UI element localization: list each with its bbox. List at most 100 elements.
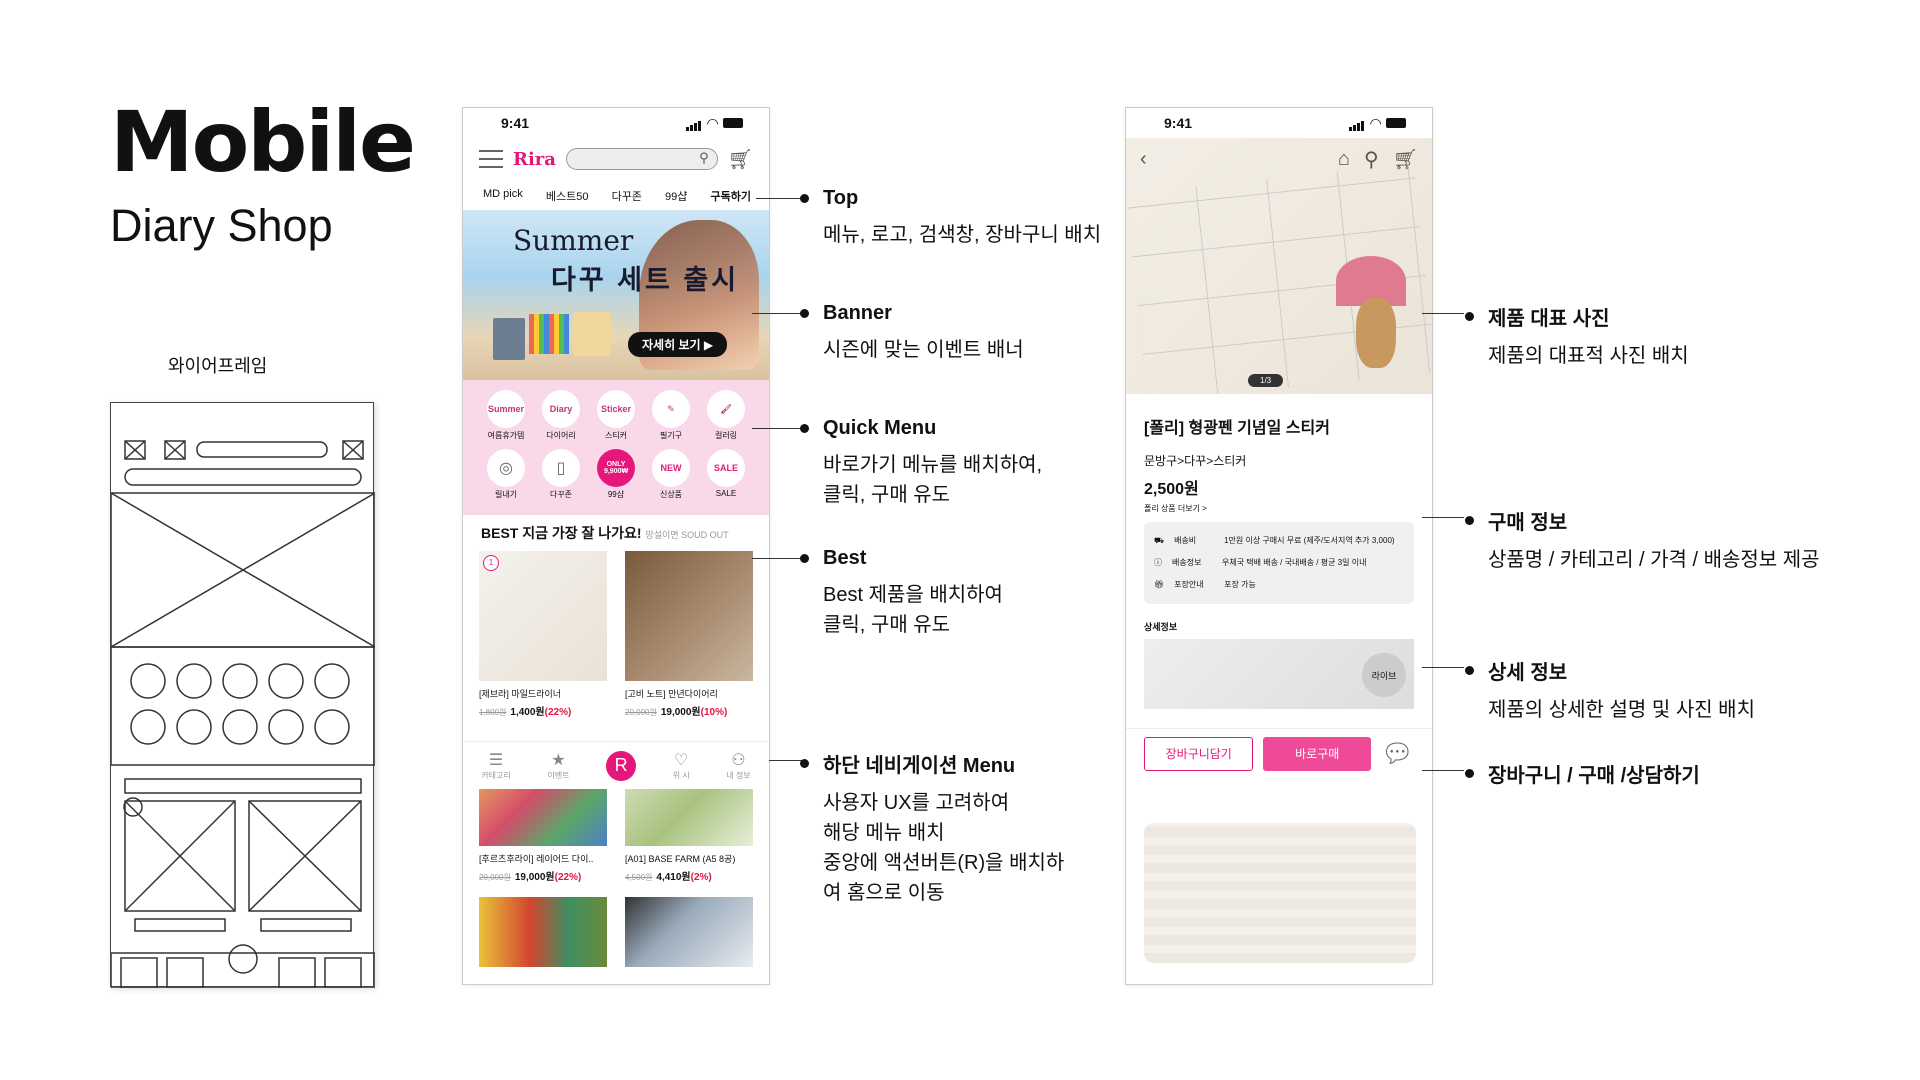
nav-item[interactable]: 99샵 (665, 188, 687, 210)
product-card[interactable]: 1 [제브라] 마일드라이너 1,800원 1,400원(22%) (479, 551, 607, 718)
banner-line2: 다꾸 세트 출시 (551, 265, 740, 295)
discount-rate: (10%) (700, 707, 728, 718)
menu-icon[interactable] (479, 150, 503, 168)
page-subtitle: Diary Shop (110, 200, 333, 251)
connector (1422, 770, 1464, 771)
annotation-line: 바로가기 메뉴를 배치하여, (823, 454, 1043, 476)
search-input[interactable]: ⚲ (565, 148, 718, 170)
bottom-nav: ☰ 카테고리 ★ 이벤트 R ♡ 위 시 ⚇ 내 정보 (463, 741, 769, 789)
product-card[interactable] (625, 897, 753, 967)
tab-my[interactable]: ⚇ 내 정보 (726, 750, 750, 781)
banner[interactable]: Summer 다꾸 세트 출시 자세히 보기 ▶ (463, 210, 769, 380)
shipping-value: 포장 가능 (1224, 580, 1256, 589)
quick-item[interactable]: Diary 다이어리 (538, 390, 584, 441)
search-icon[interactable]: ⚲ (699, 150, 709, 166)
status-bar: 9:41 ◠ (1126, 108, 1432, 138)
top-nav: MD pick 베스트50 다꾸존 99샵 구독하기 (463, 180, 769, 210)
product-image: 1 (479, 551, 607, 681)
quick-label: 여름휴가템 (487, 431, 525, 440)
back-icon[interactable]: ‹ (1140, 148, 1147, 171)
home-action-button[interactable]: R (606, 750, 637, 781)
quick-item[interactable]: ONLY 9,900₩ 99샵 (593, 449, 639, 500)
product-name: [후르츠후라이] 레이어드 다이.. (479, 854, 594, 864)
annotation-top: Top 메뉴, 로고, 검색창, 장바구니 배치 (823, 187, 1101, 250)
product-category[interactable]: 문방구>다꾸>스티커 (1126, 438, 1432, 469)
quick-item[interactable]: ◎ 릴내기 (483, 449, 529, 500)
annotation-text: 제품의 대표적 사진 배치 (1488, 345, 1689, 367)
add-to-cart-button[interactable]: 장바구니담기 (1144, 736, 1254, 771)
quick-item[interactable]: ▯ 다꾸존 (538, 449, 584, 500)
more-products-link[interactable]: 폴리 상품 더보기 > (1126, 499, 1432, 514)
annotation-best: Best Best 제품을 배치하여 클릭, 구매 유도 (823, 547, 1003, 640)
best-header: BEST 지금 가장 잘 나가요! 망설이면 SOUD OUT (463, 515, 769, 551)
quick-label: SALE (715, 489, 737, 498)
annotation-text: 제품의 상세한 설명 및 사진 배치 (1488, 699, 1755, 721)
menu-icon: ☰ (488, 752, 504, 769)
annotation-bottom-nav: 하단 네비게이션 Menu 사용자 UX를 고려하여 해당 메뉴 배치 중앙에 액션버… (823, 749, 1064, 908)
status-icons: ◠ (686, 115, 743, 132)
annotation-line: 해당 메뉴 배치 (823, 822, 945, 844)
nav-item[interactable]: 구독하기 (711, 188, 751, 210)
tab-wish[interactable]: ♡ 위 시 (673, 750, 690, 781)
truck-icon: ⛟ (1154, 536, 1165, 545)
quick-icon: ONLY 9,900₩ (597, 449, 635, 487)
product-price: 20,000원 19,000원(10%) (625, 703, 753, 718)
annotation-line: Best 제품을 배치하여 (823, 584, 1003, 606)
pen-icon: ✎ (652, 390, 690, 428)
annotation-title: Top (823, 187, 1101, 210)
shipping-label: 배송정보 (1172, 558, 1202, 567)
phone-detail: 9:41 ◠ ‹ ⌂ ⚲ 🛒︎ 1/3 [폴리] 형광펜 기념일 스티커 문방구… (1125, 107, 1433, 985)
quick-item[interactable]: SALE SALE (703, 449, 749, 500)
nav-item[interactable]: 다꾸존 (612, 188, 642, 210)
home-icon[interactable]: ⌂ (1338, 148, 1350, 171)
best-subtitle: 망설이면 SOUD OUT (645, 530, 729, 540)
phone-home: 9:41 ◠ Rira ⚲ 🛒︎ MD pick 베스트50 다꾸존 99샵 구… (462, 107, 770, 985)
status-time: 9:41 (1164, 115, 1193, 131)
annotation-text: 바로가기 메뉴를 배치하여, 클릭, 구매 유도 (823, 450, 1042, 510)
info-icon: ⓘ (1154, 558, 1162, 567)
annotation-actions: 장바구니 / 구매 /상담하기 (1488, 759, 1700, 788)
wireframe-label: 와이어프레임 (168, 356, 268, 376)
connector (752, 428, 804, 429)
tab-category[interactable]: ☰ 카테고리 (481, 750, 510, 781)
product-card[interactable] (479, 897, 607, 967)
quick-item[interactable]: Summer 여름휴가템 (483, 390, 529, 441)
nav-item[interactable]: MD pick (483, 188, 523, 210)
live-button[interactable]: 라이브 (1362, 653, 1406, 697)
quick-label: 릴내기 (494, 490, 518, 499)
detail-image-2 (1144, 823, 1416, 963)
chat-icon[interactable]: 💬︎ (1381, 738, 1414, 769)
top-header: Rira ⚲ 🛒︎ (463, 138, 769, 180)
quick-label: 필기구 (659, 431, 683, 440)
quick-item[interactable]: NEW 신상품 (648, 449, 694, 500)
buy-now-button[interactable]: 바로구매 (1263, 736, 1371, 771)
quick-item[interactable]: Sticker 스티커 (593, 390, 639, 441)
tab-label: 카테고리 (481, 771, 511, 780)
connector (752, 558, 804, 559)
best-title: BEST 지금 가장 잘 나가요! (481, 525, 642, 541)
annotation-line: 여 홈으로 이동 (823, 882, 945, 904)
shipping-value: 우체국 택배 배송 / 국내배송 / 평균 3일 이내 (1222, 558, 1367, 567)
product-image (625, 551, 753, 681)
connector (1422, 667, 1464, 668)
annotation-title: Quick Menu (823, 417, 1042, 440)
product-image (625, 897, 753, 967)
quick-item[interactable]: ✎ 필기구 (648, 390, 694, 441)
wireframe (110, 402, 375, 988)
quick-icon: SALE (707, 449, 745, 487)
shipping-value: 1만원 이상 구매시 무료 (제주/도서지역 추가 3,000) (1224, 536, 1395, 545)
user-icon: ⚇ (731, 752, 746, 769)
tab-label: 내 정보 (726, 771, 751, 780)
product-card[interactable]: [고비 노트] 만년다이어리 20,000원 19,000원(10%) (625, 551, 753, 718)
connector (1422, 517, 1464, 518)
quick-item[interactable]: 🖌︎ 컬러링 (703, 390, 749, 441)
nav-item[interactable]: 베스트50 (546, 188, 589, 210)
banner-more-button[interactable]: 자세히 보기 ▶ (628, 332, 728, 357)
battery-icon (723, 118, 743, 128)
cart-icon[interactable]: 🛒︎ (728, 147, 753, 172)
logo[interactable]: Rira (513, 149, 556, 170)
tab-event[interactable]: ★ 이벤트 (547, 750, 569, 781)
product-hero-image[interactable]: ‹ ⌂ ⚲ 🛒︎ 1/3 (1126, 138, 1432, 394)
old-price: 4,500원 (625, 873, 653, 882)
annotation-banner: Banner 시즌에 맞는 이벤트 배너 (823, 302, 1024, 365)
